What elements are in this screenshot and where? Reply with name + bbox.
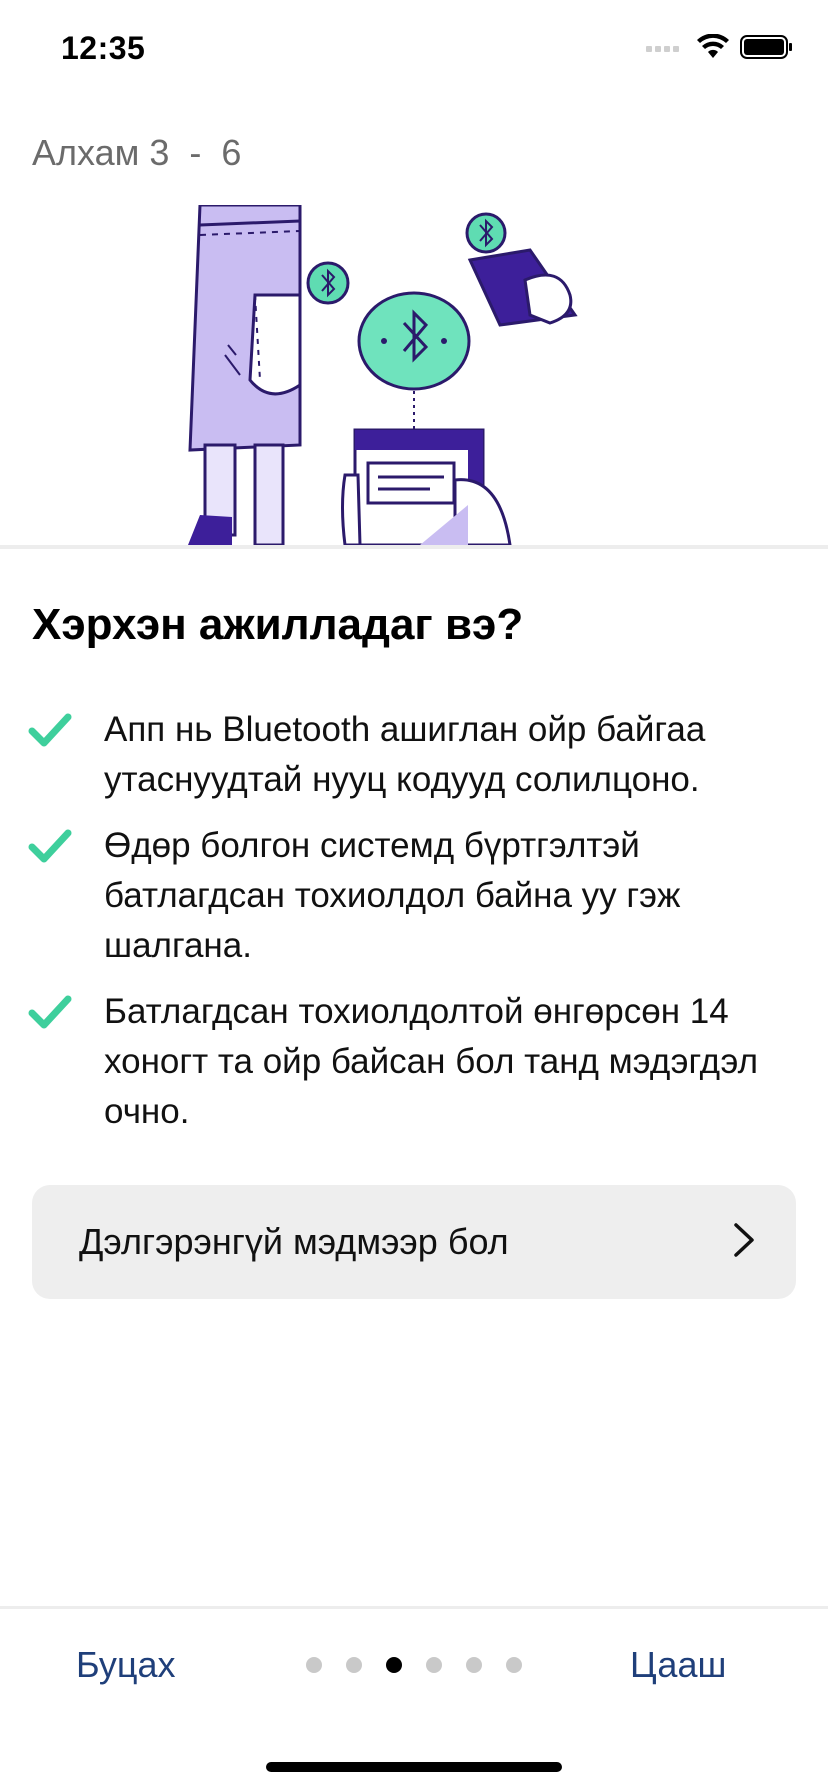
wifi-icon: [697, 34, 729, 58]
learn-more-label: Дэлгэрэнгүй мэдмээр бол: [79, 1221, 509, 1262]
page-dot: [346, 1657, 362, 1673]
battery-icon: [740, 35, 792, 59]
status-time: 12:35: [61, 30, 146, 66]
list-item: Батлагдсан тохиолдолтой өнгөрсөн 14 хоно…: [28, 987, 798, 1137]
page-dot-active: [386, 1657, 402, 1673]
cellular-signal-icon: [646, 46, 679, 52]
list-item: Өдөр болгон системд бүртгэлтэй батлагдса…: [28, 821, 798, 971]
feature-list: Апп нь Bluetooth ашиглан ойр байгаа утас…: [28, 705, 798, 1153]
learn-more-button[interactable]: Дэлгэрэнгүй мэдмээр бол: [32, 1185, 796, 1299]
back-button[interactable]: Буцах: [76, 1644, 175, 1686]
list-item-text: Апп нь Bluetooth ашиглан ойр байгаа утас…: [104, 710, 706, 799]
page-indicator: [306, 1657, 522, 1673]
list-item-text: Өдөр болгон системд бүртгэлтэй батлагдса…: [104, 826, 681, 965]
bluetooth-icon-small-right: [465, 212, 507, 254]
page-dot: [426, 1657, 442, 1673]
bluetooth-exchange-illustration: [0, 205, 828, 545]
list-item-text: Батлагдсан тохиолдолтой өнгөрсөн 14 хоно…: [104, 992, 759, 1131]
page-dot: [506, 1657, 522, 1673]
bluetooth-icon-large: [357, 291, 471, 430]
page-dot: [306, 1657, 322, 1673]
status-bar: 12:35: [0, 0, 828, 100]
step-indicator: Алхам 3 - 6: [32, 132, 242, 173]
next-button[interactable]: Цааш: [630, 1644, 726, 1686]
hero-divider: [0, 545, 828, 549]
home-indicator: [266, 1762, 562, 1772]
section-title: Хэрхэн ажилладаг вэ?: [32, 600, 524, 649]
hand-phone-bottom-illustration: [341, 428, 512, 545]
list-item: Апп нь Bluetooth ашиглан ойр байгаа утас…: [28, 705, 798, 805]
page-dot: [466, 1657, 482, 1673]
checkmark-icon: [28, 987, 104, 1036]
status-icons: [646, 34, 794, 60]
chevron-right-icon: [732, 1222, 756, 1263]
checkmark-icon: [28, 705, 104, 754]
person-legs-illustration: [188, 205, 302, 545]
bluetooth-icon-small-left: [306, 261, 350, 305]
footer-divider: [0, 1606, 828, 1609]
checkmark-icon: [28, 821, 104, 870]
hand-phone-top-illustration: [467, 248, 578, 327]
